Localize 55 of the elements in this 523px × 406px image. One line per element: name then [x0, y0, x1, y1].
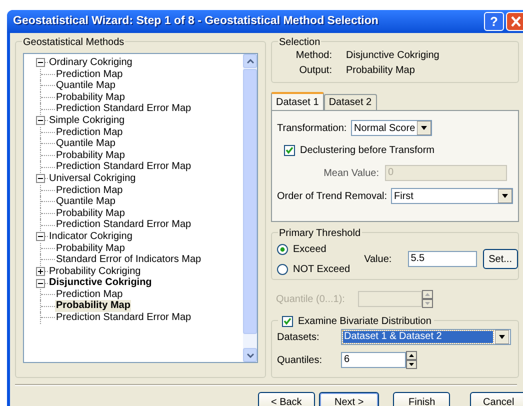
- tree-item[interactable]: Prediction Map: [55, 288, 124, 300]
- field-label: Datasets:: [277, 330, 320, 344]
- tree-item[interactable]: Quantile Map: [55, 80, 116, 92]
- tree-item[interactable]: Prediction Standard Error Map: [55, 219, 192, 231]
- tree-item[interactable]: Probability Map: [55, 92, 126, 104]
- datasets-dropdown[interactable]: Dataset 1 & Dataset 2: [341, 329, 511, 345]
- help-button[interactable]: ?: [484, 12, 504, 31]
- radio-label: NOT Exceed: [293, 262, 350, 276]
- tree-item[interactable]: Probability Map: [55, 300, 132, 312]
- tree-item[interactable]: Prediction Map: [55, 126, 124, 138]
- field-label: Value:: [364, 252, 392, 266]
- tree-item[interactable]: Prediction Standard Error Map: [55, 312, 192, 324]
- tree-item[interactable]: Probability Cokriging: [48, 266, 142, 278]
- set-button[interactable]: Set...: [482, 249, 518, 269]
- field-value: Probability Map: [345, 64, 415, 78]
- field-value: Disjunctive Cokriging: [345, 49, 440, 63]
- trend-dropdown[interactable]: First: [391, 188, 513, 204]
- field-label: Mean Value:: [322, 166, 380, 180]
- tree-item[interactable]: Prediction Map: [55, 184, 124, 196]
- checkbox-label: Declustering before Transform: [300, 144, 435, 158]
- quantiles-field[interactable]: 6: [341, 352, 406, 368]
- wizard-button[interactable]: Next >: [318, 392, 380, 406]
- window-title: Geostatistical Wizard: Step 1 of 8 - Geostatistical Method Selection: [13, 14, 380, 29]
- tree-item[interactable]: Disjunctive Cokriging: [48, 277, 153, 289]
- tree-item[interactable]: Quantile Map: [55, 138, 116, 150]
- field-label: Quantiles:: [277, 354, 324, 368]
- value-field[interactable]: 5.5: [408, 251, 477, 267]
- wizard-button[interactable]: < Back: [258, 392, 315, 406]
- tree-item[interactable]: Standard Error of Indicators Map: [55, 254, 202, 266]
- field-label: Output:: [298, 64, 333, 78]
- group-label: Geostatistical Methods: [23, 37, 124, 48]
- radio-label: Exceed: [293, 242, 326, 256]
- tree-item[interactable]: Simple Cokriging: [48, 114, 126, 127]
- field-label: Method:: [294, 49, 333, 63]
- group-label: Primary Threshold: [279, 228, 361, 239]
- tree-item[interactable]: Prediction Standard Error Map: [55, 103, 192, 115]
- tree-item[interactable]: Probability Map: [55, 208, 126, 220]
- field-label: Quantile (0...1):: [276, 292, 346, 306]
- tree-item[interactable]: Probability Map: [55, 150, 126, 162]
- tab[interactable]: Dataset 2: [324, 94, 377, 110]
- tree-item[interactable]: Probability Map: [55, 242, 126, 254]
- checkbox-label: Examine Bivariate Distribution: [298, 315, 432, 329]
- tree-item[interactable]: Quantile Map: [55, 196, 116, 208]
- group-label: Selection: [279, 37, 320, 48]
- tree-item[interactable]: Ordinary Cokriging: [48, 57, 134, 69]
- field-label: Transformation:: [277, 122, 348, 136]
- wizard-button[interactable]: Finish: [393, 392, 450, 406]
- field-label: Order of Trend Removal:: [277, 190, 388, 204]
- tree-item[interactable]: Universal Cokriging: [48, 172, 137, 185]
- tree-item[interactable]: Prediction Map: [55, 68, 124, 80]
- tab[interactable]: Dataset 1: [271, 92, 324, 110]
- wizard-button[interactable]: Cancel: [470, 392, 523, 406]
- tree-item[interactable]: Prediction Standard Error Map: [55, 161, 192, 173]
- transformation-dropdown[interactable]: Normal Score: [351, 120, 432, 136]
- tree-item[interactable]: Indicator Cokriging: [48, 230, 134, 242]
